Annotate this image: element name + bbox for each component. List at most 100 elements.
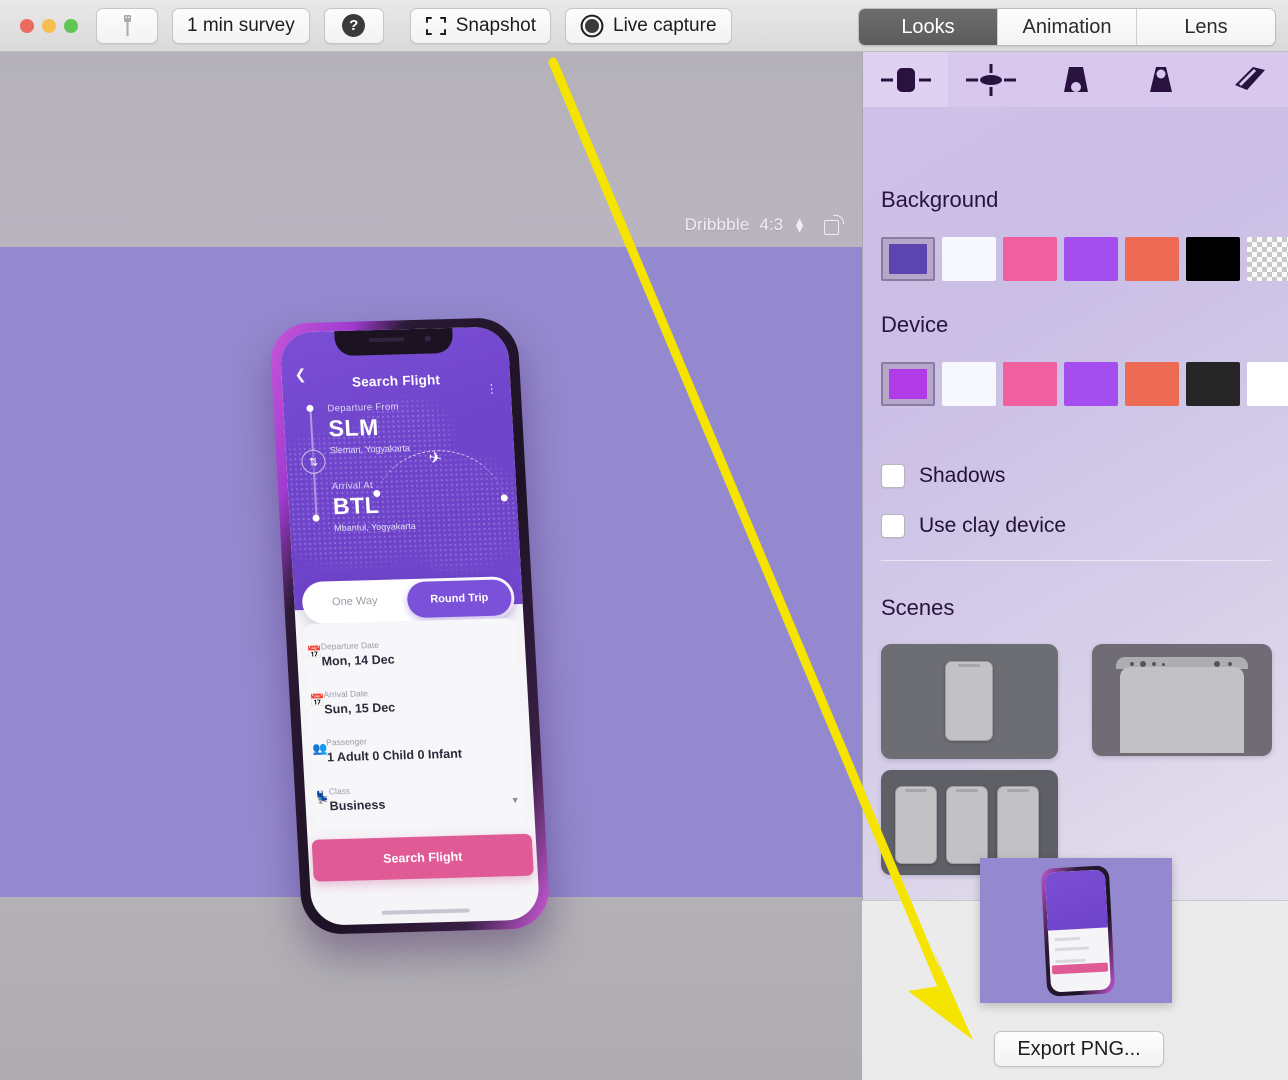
field-value: Business: [329, 797, 386, 814]
device-swatch-purple[interactable]: [881, 362, 935, 406]
phone-notch: [334, 326, 454, 357]
device-swatch-white[interactable]: [942, 362, 996, 406]
window-resize-grip[interactable]: [1274, 1066, 1286, 1078]
mini-phone: [895, 786, 937, 864]
arrival-label: Arrival At: [331, 480, 374, 493]
aspect-ratio-control[interactable]: Dribbble 4:3 ▲ ▼: [685, 215, 844, 235]
device-swatches: [881, 362, 1288, 406]
scenes-section-title: Scenes: [881, 595, 955, 620]
snapshot-label: Snapshot: [455, 14, 536, 36]
device-swatch-pink[interactable]: [1003, 362, 1057, 406]
perspective-angled-icon[interactable]: [1204, 52, 1288, 107]
phone-frame: ❮ Search Flight ⋮ ⇅ Departure From SLM S…: [268, 317, 551, 936]
field-value: Sun, 15 Dec: [323, 700, 396, 717]
record-circle-icon: [580, 14, 604, 37]
device-swatch-coral[interactable]: [1125, 362, 1179, 406]
background-swatch-black[interactable]: [1186, 237, 1240, 281]
search-fields-card: 📅 Departure Date Mon, 14 Dec 📅 Arrival D…: [303, 618, 527, 830]
arrival-code: BTL: [332, 491, 380, 520]
field-departure-date[interactable]: 📅 Departure Date Mon, 14 Dec: [307, 636, 513, 669]
background-swatch-white[interactable]: [942, 237, 996, 281]
toggle-round-trip[interactable]: Round Trip: [406, 579, 513, 619]
aspect-preset-label: Dribbble: [684, 215, 750, 234]
scene-single-phone[interactable]: [881, 644, 1058, 759]
aspect-ratio-value: 4:3: [759, 215, 784, 234]
live-capture-label: Live capture: [613, 14, 717, 36]
departure-code: SLM: [327, 413, 380, 442]
flight-path-origin-dot: [373, 489, 381, 498]
thumbnail-screen: [1044, 869, 1112, 993]
flat-side-icon[interactable]: [863, 52, 949, 107]
background-swatch-transparent[interactable]: [1247, 237, 1288, 281]
calendar-icon: 📅: [306, 645, 323, 660]
search-flight-button[interactable]: Search Flight: [311, 833, 534, 882]
survey-button[interactable]: 1 min survey: [172, 7, 310, 44]
minimize-button[interactable]: [42, 18, 56, 33]
field-value: Mon, 14 Dec: [321, 652, 395, 669]
background-section-title: Background: [881, 187, 999, 212]
mini-phone: [945, 661, 993, 741]
device-swatch-violet[interactable]: [1064, 362, 1118, 406]
toggle-one-way[interactable]: One Way: [302, 594, 408, 609]
clay-device-label: Use clay device: [919, 514, 1067, 537]
perspective-presets: [863, 52, 1288, 107]
field-class[interactable]: 💺 Class Business ▼: [315, 781, 521, 814]
flight-path-destination-dot: [500, 494, 508, 502]
shadows-label: Shadows: [919, 464, 1006, 487]
clay-device-checkbox[interactable]: [881, 514, 905, 538]
background-swatch-pink[interactable]: [1003, 237, 1057, 281]
background-swatch-violet[interactable]: [1064, 237, 1118, 281]
snapshot-button[interactable]: Snapshot: [409, 7, 551, 44]
device-section-title: Device: [881, 312, 949, 337]
calendar-icon: 📅: [309, 693, 326, 708]
question-mark-icon: ?: [342, 14, 366, 37]
close-button[interactable]: [20, 18, 34, 33]
field-arrival-date[interactable]: 📅 Arrival Date Sun, 15 Dec: [309, 684, 515, 717]
shadows-option-row[interactable]: Shadows: [881, 464, 1005, 488]
background-swatches: [881, 237, 1288, 281]
shadows-checkbox[interactable]: [881, 464, 905, 488]
usb-device-button[interactable]: [96, 7, 158, 44]
traffic-lights: [0, 18, 78, 33]
perspective-front-icon[interactable]: [1033, 52, 1118, 107]
tab-lens[interactable]: Lens: [1137, 9, 1275, 45]
field-value: 1 Adult 0 Child 0 Infant: [326, 746, 463, 765]
trip-type-toggle[interactable]: One Way Round Trip: [301, 576, 516, 625]
chevron-down-icon[interactable]: ▼: [510, 795, 519, 805]
device-swatch-white2[interactable]: [1247, 362, 1288, 406]
mini-phone: [946, 786, 988, 864]
help-button[interactable]: ?: [323, 7, 384, 44]
clay-device-option-row[interactable]: Use clay device: [881, 514, 1066, 538]
live-capture-button[interactable]: Live capture: [565, 7, 732, 44]
flat-top-icon[interactable]: [948, 52, 1033, 107]
export-preview-thumbnail[interactable]: [980, 858, 1172, 1003]
usb-cable-icon: [123, 14, 131, 36]
rotate-canvas-icon[interactable]: [824, 215, 844, 235]
phone-screen: ❮ Search Flight ⋮ ⇅ Departure From SLM S…: [279, 326, 541, 926]
stepper-up-down-icon[interactable]: ▲ ▼: [793, 215, 806, 235]
tab-looks[interactable]: Looks: [859, 9, 998, 45]
scene-laptop[interactable]: [1092, 644, 1272, 756]
app-hero-section: ❮ Search Flight ⋮ ⇅ Departure From SLM S…: [279, 326, 523, 611]
tab-animation[interactable]: Animation: [998, 9, 1137, 45]
preview-canvas[interactable]: Dribbble 4:3 ▲ ▼ ❮ Search Flight ⋮ ⇅ Dep…: [0, 52, 862, 1080]
panel-divider: [881, 560, 1271, 561]
perspective-back-icon[interactable]: [1119, 52, 1204, 107]
field-passenger[interactable]: 👥 Passenger 1 Adult 0 Child 0 Infant: [312, 732, 518, 765]
home-indicator: [381, 908, 470, 915]
background-swatch-purple[interactable]: [881, 237, 935, 281]
kebab-menu-icon[interactable]: ⋮: [485, 382, 498, 396]
export-footer: Export PNG...: [862, 858, 1288, 1080]
departure-label: Departure From: [327, 401, 400, 415]
background-swatch-coral[interactable]: [1125, 237, 1179, 281]
survey-label: 1 min survey: [187, 14, 295, 36]
crop-frame-icon: [425, 16, 446, 35]
passengers-icon: 👥: [312, 741, 328, 756]
zoom-button[interactable]: [64, 18, 78, 33]
device-mockup[interactable]: ❮ Search Flight ⋮ ⇅ Departure From SLM S…: [268, 317, 556, 943]
export-png-button[interactable]: Export PNG...: [994, 1031, 1164, 1067]
seat-icon: 💺: [314, 790, 331, 805]
device-swatch-graphite[interactable]: [1186, 362, 1240, 406]
laptop-screen: [1120, 667, 1244, 753]
app-window: 1 min survey ? Snapshot Live capture Loo…: [0, 0, 1288, 1080]
